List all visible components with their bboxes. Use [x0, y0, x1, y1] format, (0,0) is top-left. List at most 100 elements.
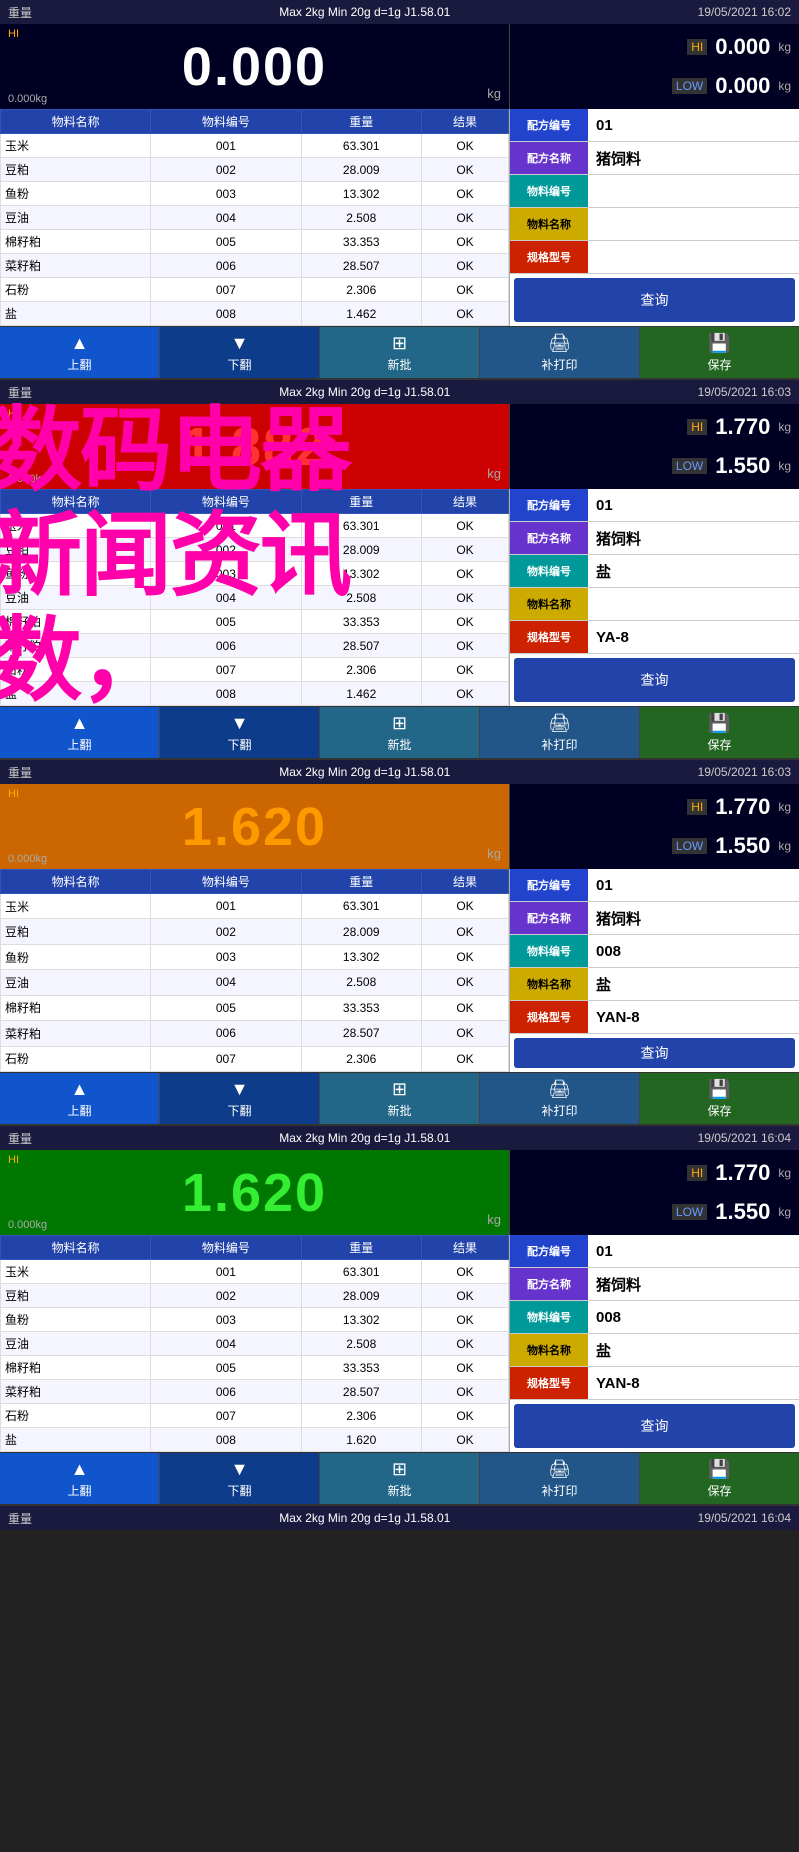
hi-label-right-0: HI — [687, 39, 707, 55]
hi-value-2: 1.770 — [715, 794, 770, 820]
panel-1: 重量 Max 2kg Min 20g d=1g J1.58.01 19/05/2… — [0, 0, 799, 380]
hi-label-right-1: HI — [687, 419, 707, 435]
btn-保存-panel-2[interactable]: 💾保存 — [640, 1073, 799, 1124]
table-row: 豆油0042.508OK — [1, 586, 509, 610]
info-row-0-panel-2: 配方编号01 — [510, 869, 799, 902]
btn-下翻-panel-3[interactable]: ▼下翻 — [160, 1453, 320, 1504]
query-button-1[interactable]: 查询 — [514, 658, 795, 702]
info-row-1-panel-3: 配方名称猪饲料 — [510, 1268, 799, 1301]
btn-icon-4-panel-0: 💾 — [708, 333, 730, 354]
btn-icon-2-panel-2: ⊞ — [392, 1079, 407, 1100]
panel-2: 重量 Max 2kg Min 20g d=1g J1.58.01 19/05/2… — [0, 380, 799, 760]
low-unit-3: kg — [778, 1205, 791, 1219]
btn-icon-1-panel-2: ▼ — [231, 1079, 249, 1100]
panel-4: 重量 Max 2kg Min 20g d=1g J1.58.01 19/05/2… — [0, 1126, 799, 1506]
low-value-2: 1.550 — [715, 833, 770, 859]
btn-icon-0-panel-3: ▲ — [71, 1459, 89, 1480]
table-row: 豆油0042.508OK — [1, 970, 509, 995]
hi-unit-1: kg — [778, 420, 791, 434]
btn-下翻-panel-1[interactable]: ▼下翻 — [160, 707, 320, 758]
weight-value-2: 1.620 — [182, 796, 327, 858]
btn-新批-panel-1[interactable]: ⊞新批 — [320, 707, 480, 758]
btn-补打印-panel-3[interactable]: 🖨补打印 — [480, 1453, 640, 1504]
btn-新批-panel-2[interactable]: ⊞新批 — [320, 1073, 480, 1124]
table-row: 石粉0072.306OK — [1, 1046, 509, 1071]
info-row-2-panel-2: 物料编号008 — [510, 935, 799, 968]
table-row: 玉米00163.301OK — [1, 894, 509, 919]
low-unit-2: kg — [778, 839, 791, 853]
btn-下翻-panel-2[interactable]: ▼下翻 — [160, 1073, 320, 1124]
table-row: 豆粕00228.009OK — [1, 919, 509, 944]
hi-label-right-2: HI — [687, 799, 707, 815]
btn-下翻-panel-0[interactable]: ▼下翻 — [160, 327, 320, 378]
topbar-left-2: 重量 — [8, 764, 32, 781]
data-table-3: 物料名称物料编号重量结果玉米00163.301OK豆粕00228.009OK鱼粉… — [0, 1235, 509, 1452]
info-row-3-panel-0: 物料名称 — [510, 208, 799, 241]
query-button-0[interactable]: 查询 — [514, 278, 795, 322]
btn-保存-panel-3[interactable]: 💾保存 — [640, 1453, 799, 1504]
btn-补打印-panel-2[interactable]: 🖨补打印 — [480, 1073, 640, 1124]
table-row: 豆油0042.508OK — [1, 1332, 509, 1356]
table-row: 鱼粉00313.302OK — [1, 182, 509, 206]
info-row-1-panel-1: 配方名称猪饲料 — [510, 522, 799, 555]
btn-icon-1-panel-0: ▼ — [231, 333, 249, 354]
btn-保存-panel-0[interactable]: 💾保存 — [640, 327, 799, 378]
btn-icon-3-panel-3: 🖨 — [548, 1459, 571, 1480]
info-row-4-panel-3: 规格型号YAN-8 — [510, 1367, 799, 1400]
info-row-4-panel-1: 规格型号YA-8 — [510, 621, 799, 654]
table-row: 鱼粉00313.302OK — [1, 1308, 509, 1332]
btn-上翻-panel-0[interactable]: ▲上翻 — [0, 327, 160, 378]
btn-新批-panel-0[interactable]: ⊞新批 — [320, 327, 480, 378]
btn-上翻-panel-3[interactable]: ▲上翻 — [0, 1453, 160, 1504]
info-row-3-panel-2: 物料名称盐 — [510, 968, 799, 1001]
zero-label-3: 0.000kg — [8, 1219, 47, 1231]
data-table-0: 物料名称物料编号重量结果玉米00163.301OK豆粕00228.009OK鱼粉… — [0, 109, 509, 326]
weight-value-1: 1.882 — [182, 416, 327, 478]
hi-label-3: HI — [8, 1154, 19, 1166]
btn-补打印-panel-0[interactable]: 🖨补打印 — [480, 327, 640, 378]
btn-新批-panel-3[interactable]: ⊞新批 — [320, 1453, 480, 1504]
low-label-2: LOW — [672, 838, 707, 854]
topbar-right-3: 19/05/2021 16:04 — [698, 1131, 791, 1145]
table-row: 鱼粉00313.302OK — [1, 562, 509, 586]
btn-icon-3-panel-2: 🖨 — [548, 1079, 571, 1100]
info-row-4-panel-2: 规格型号YAN-8 — [510, 1001, 799, 1034]
info-row-2-panel-3: 物料编号008 — [510, 1301, 799, 1334]
topbar-center-2: Max 2kg Min 20g d=1g J1.58.01 — [279, 765, 450, 779]
btn-上翻-panel-2[interactable]: ▲上翻 — [0, 1073, 160, 1124]
btn-icon-2-panel-1: ⊞ — [392, 713, 407, 734]
btn-保存-panel-1[interactable]: 💾保存 — [640, 707, 799, 758]
btn-icon-0-panel-1: ▲ — [71, 713, 89, 734]
low-value-3: 1.550 — [715, 1199, 770, 1225]
table-row: 盐0081.462OK — [1, 682, 509, 706]
low-unit-0: kg — [778, 79, 791, 93]
table-row: 菜籽粕00628.507OK — [1, 1021, 509, 1046]
table-row: 菜籽粕00628.507OK — [1, 634, 509, 658]
weight-unit-1: kg — [487, 466, 501, 481]
footer-right: 19/05/2021 16:04 — [698, 1511, 791, 1525]
low-label-1: LOW — [672, 458, 707, 474]
table-row: 玉米00163.301OK — [1, 134, 509, 158]
weight-unit-3: kg — [487, 1212, 501, 1227]
table-row: 菜籽粕00628.507OK — [1, 1380, 509, 1404]
btn-icon-1-panel-3: ▼ — [231, 1459, 249, 1480]
topbar-left-1: 重量 — [8, 384, 32, 401]
topbar-right-2: 19/05/2021 16:03 — [698, 765, 791, 779]
info-row-3-panel-3: 物料名称盐 — [510, 1334, 799, 1367]
footer-center: Max 2kg Min 20g d=1g J1.58.01 — [279, 1511, 450, 1525]
table-row: 石粉0072.306OK — [1, 1404, 509, 1428]
btn-上翻-panel-1[interactable]: ▲上翻 — [0, 707, 160, 758]
btn-icon-1-panel-1: ▼ — [231, 713, 249, 734]
btn-icon-2-panel-3: ⊞ — [392, 1459, 407, 1480]
query-button-3[interactable]: 查询 — [514, 1404, 795, 1448]
btn-补打印-panel-1[interactable]: 🖨补打印 — [480, 707, 640, 758]
info-row-2-panel-1: 物料编号盐 — [510, 555, 799, 588]
query-button-2[interactable]: 查询 — [514, 1038, 795, 1068]
hi-unit-3: kg — [778, 1166, 791, 1180]
hi-unit-2: kg — [778, 800, 791, 814]
table-row: 棉籽粕00533.353OK — [1, 995, 509, 1020]
table-row: 盐0081.462OK — [1, 302, 509, 326]
footer-left: 重量 — [8, 1510, 32, 1527]
weight-unit-2: kg — [487, 846, 501, 861]
btn-icon-0-panel-2: ▲ — [71, 1079, 89, 1100]
